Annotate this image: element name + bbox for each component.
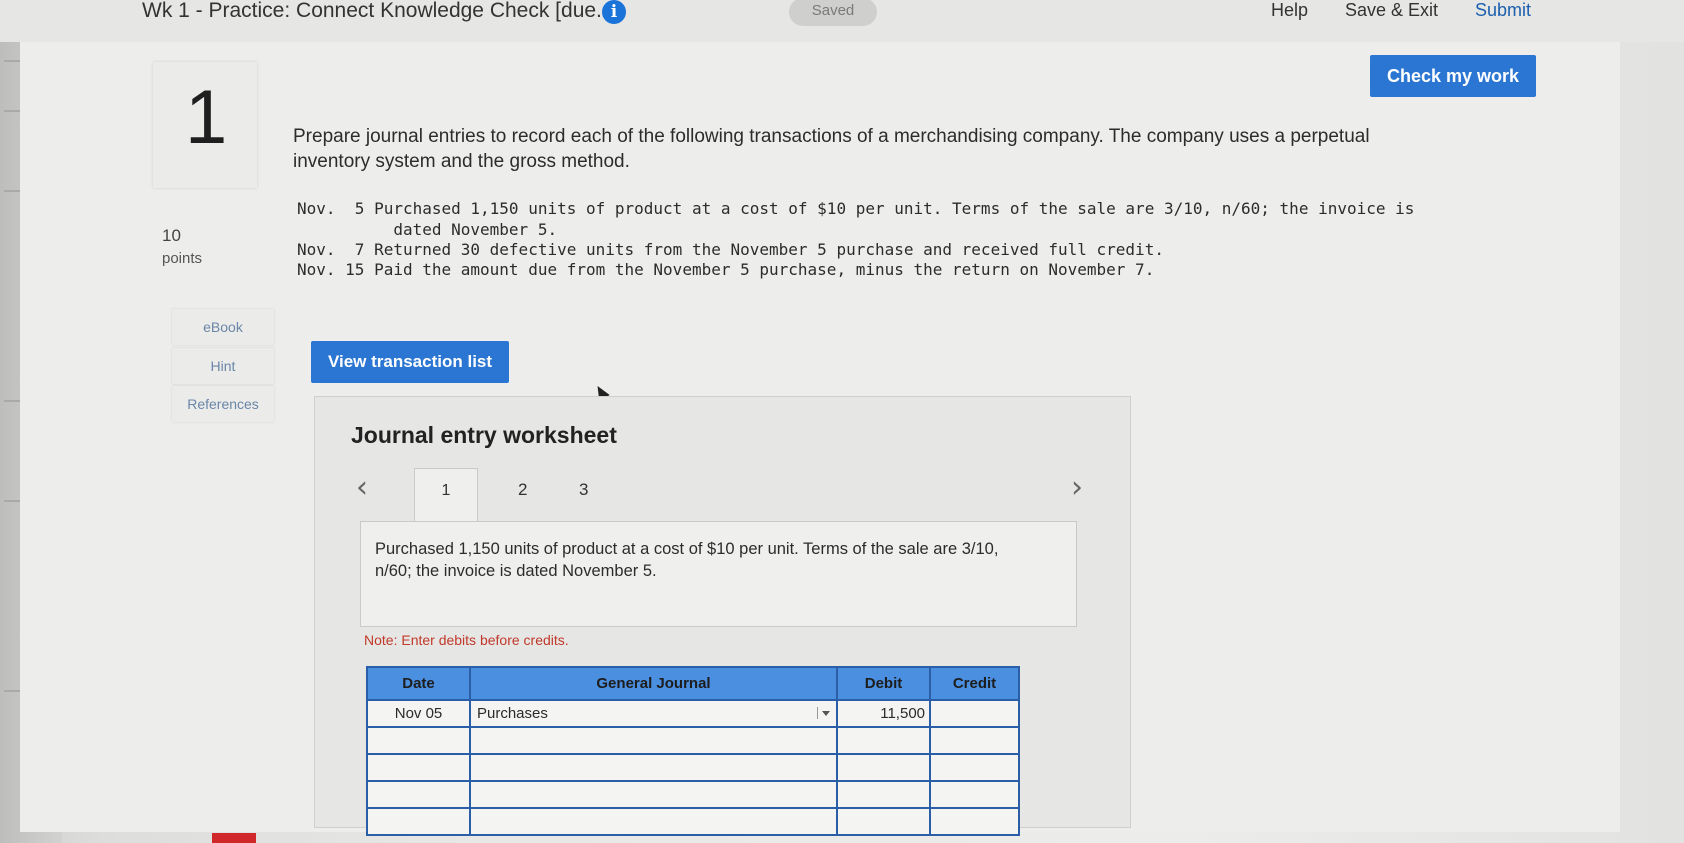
references-tab[interactable]: References bbox=[172, 386, 274, 422]
account-select[interactable] bbox=[469, 726, 838, 755]
debit-input[interactable] bbox=[836, 726, 931, 755]
credit-input[interactable] bbox=[929, 699, 1020, 728]
credit-input[interactable] bbox=[929, 780, 1020, 809]
footer-logo-mark bbox=[212, 833, 256, 843]
dropdown-arrow-icon[interactable] bbox=[817, 707, 832, 719]
transaction-description: Purchased 1,150 units of product at a co… bbox=[375, 540, 999, 580]
account-select[interactable]: Purchases bbox=[469, 699, 838, 728]
tab-3[interactable]: 3 bbox=[579, 480, 588, 500]
points-value: 10 bbox=[162, 226, 181, 245]
assignment-title: Wk 1 - Practice: Connect Knowledge Check… bbox=[142, 0, 614, 22]
general-journal-column-header: General Journal bbox=[469, 666, 838, 701]
date-cell[interactable]: Nov 05 bbox=[366, 699, 471, 728]
table-row bbox=[366, 780, 1020, 809]
transaction-line: dated November 5. bbox=[297, 220, 558, 239]
date-cell[interactable] bbox=[366, 780, 471, 809]
transaction-line: Nov. 7 Returned 30 defective units from … bbox=[297, 240, 1164, 259]
saved-status-badge: Saved bbox=[789, 0, 877, 26]
account-value: Purchases bbox=[477, 705, 548, 722]
debit-input[interactable] bbox=[836, 753, 931, 782]
table-row bbox=[366, 753, 1020, 782]
date-column-header: Date bbox=[366, 666, 471, 701]
date-cell[interactable] bbox=[366, 807, 471, 836]
debit-input[interactable] bbox=[836, 780, 931, 809]
question-number: 1 bbox=[185, 75, 228, 160]
journal-table: Date General Journal Debit Credit Nov 05… bbox=[366, 666, 1020, 836]
credit-input[interactable] bbox=[929, 753, 1020, 782]
worksheet-title: Journal entry worksheet bbox=[351, 422, 617, 448]
tab-2[interactable]: 2 bbox=[518, 480, 527, 500]
debit-column-header: Debit bbox=[836, 666, 931, 701]
credit-column-header: Credit bbox=[929, 666, 1020, 701]
debit-input[interactable] bbox=[836, 807, 931, 836]
tab-1[interactable]: 1 bbox=[414, 468, 478, 523]
info-icon[interactable]: i bbox=[602, 0, 626, 24]
table-row: Nov 05 Purchases 11,500 bbox=[366, 699, 1020, 728]
transaction-line: Nov. 5 Purchased 1,150 units of product … bbox=[297, 199, 1415, 218]
credit-input[interactable] bbox=[929, 726, 1020, 755]
view-transaction-list-button[interactable]: View transaction list bbox=[311, 341, 509, 383]
help-link[interactable]: Help bbox=[1271, 0, 1308, 21]
date-cell[interactable] bbox=[366, 753, 471, 782]
transaction-line: Nov. 15 Paid the amount due from the Nov… bbox=[297, 260, 1155, 279]
chevron-left-icon[interactable]: ‹ bbox=[356, 470, 368, 505]
question-prompt: Prepare journal entries to record each o… bbox=[293, 126, 1370, 172]
date-cell[interactable] bbox=[366, 726, 471, 755]
hint-tab[interactable]: Hint bbox=[172, 348, 274, 384]
account-select[interactable] bbox=[469, 753, 838, 782]
table-row bbox=[366, 807, 1020, 836]
table-row bbox=[366, 726, 1020, 755]
submit-link[interactable]: Submit bbox=[1475, 0, 1531, 21]
points-label: points bbox=[162, 250, 203, 267]
check-my-work-button[interactable]: Check my work bbox=[1370, 55, 1536, 97]
save-exit-link[interactable]: Save & Exit bbox=[1345, 0, 1438, 21]
ebook-tab[interactable]: eBook bbox=[172, 309, 274, 345]
account-select[interactable] bbox=[469, 780, 838, 809]
debit-input[interactable]: 11,500 bbox=[836, 699, 931, 728]
credit-input[interactable] bbox=[929, 807, 1020, 836]
debit-credit-note: Note: Enter debits before credits. bbox=[364, 632, 569, 648]
chevron-right-icon[interactable]: › bbox=[1071, 470, 1083, 505]
account-select[interactable] bbox=[469, 807, 838, 836]
